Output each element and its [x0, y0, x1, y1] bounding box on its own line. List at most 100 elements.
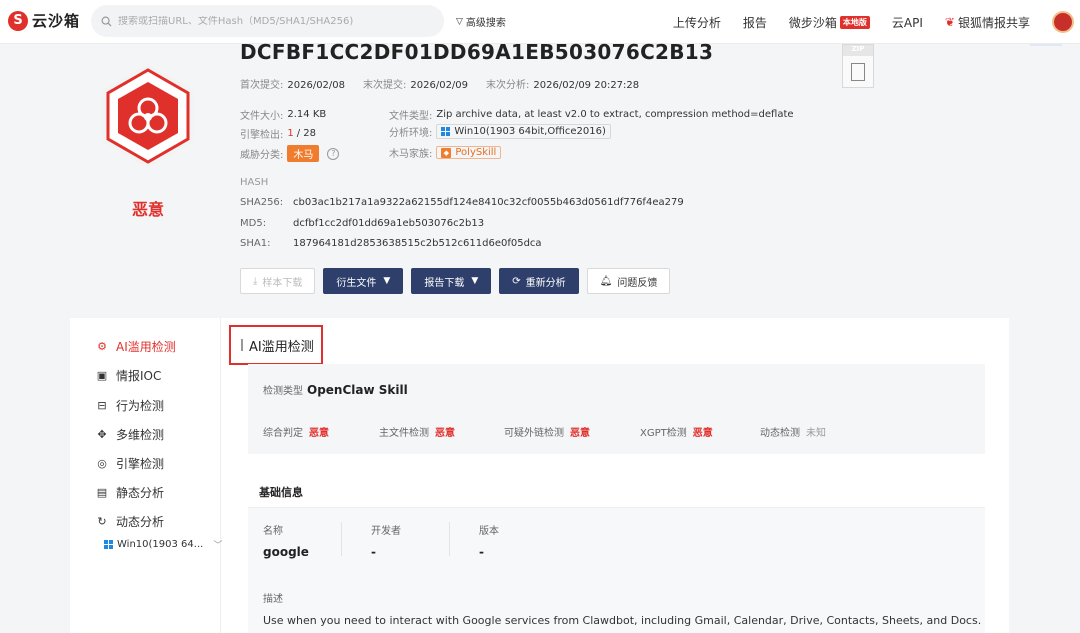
engine-hits: 1	[287, 128, 294, 139]
result-label: 动态检测	[760, 428, 800, 439]
threat-tag: 木马	[287, 145, 320, 162]
result-label: XGPT检测	[640, 428, 687, 439]
detection-type-label: 检测类型	[263, 386, 303, 397]
ai-icon: ⚙	[97, 340, 107, 353]
feedback-label: 问题反馈	[617, 277, 658, 289]
sha256-label: SHA256:	[240, 197, 284, 208]
result-value: 恶意	[692, 428, 713, 439]
multi-icon: ✥	[97, 428, 107, 441]
sidebar-item-label: 多维检测	[116, 428, 165, 442]
advanced-search-label: 高级搜索	[465, 18, 506, 29]
sha1-row: SHA1: 187964181d2853638515c2b512c611d6e0…	[240, 238, 542, 249]
section-title-text: AI滥用检测	[249, 339, 314, 355]
info-developer-label: 开发者	[371, 526, 401, 537]
info-name-label: 名称	[263, 526, 283, 537]
sidebar-item-static[interactable]: ▤ 静态分析	[95, 484, 164, 501]
malicious-hex-icon	[92, 60, 204, 172]
nav-upload[interactable]: 上传分析	[673, 14, 721, 31]
result-value: 未知	[806, 428, 826, 439]
nav-cloud-api[interactable]: 云API	[892, 14, 923, 31]
file-type-label: 文件类型:	[389, 111, 433, 122]
top-nav: S 云沙箱 ▽ 高级搜索 上传分析 报告 微步沙箱 本地版 云API ❦ 银狐情…	[0, 0, 1080, 44]
verdict-label: 恶意	[131, 200, 164, 219]
env-row: 分析环境: Win10(1903 64bit,Office2016)	[389, 124, 611, 139]
md5-row: MD5: dcfbf1cc2df01dd69a1eb503076c2b13	[240, 218, 484, 229]
info-desc-value: Use when you need to interact with Googl…	[263, 614, 982, 627]
user-avatar[interactable]	[1052, 11, 1074, 33]
sha256-value[interactable]: cb03ac1b217a1a9322a62155df124e8410c32cf0…	[293, 197, 684, 208]
nav-weibu-sandbox[interactable]: 微步沙箱 本地版	[789, 14, 870, 31]
sample-download-button[interactable]: ⤓ 样本下载	[240, 268, 316, 294]
first-submit-value: 2026/02/08	[287, 80, 346, 91]
logo[interactable]: S 云沙箱	[8, 10, 80, 31]
result-value: 恶意	[570, 428, 590, 439]
download-icon: ⤓	[253, 275, 258, 287]
fox-icon: ❦	[944, 15, 955, 29]
report-download-button[interactable]: 报告下载 ▼	[411, 268, 492, 294]
engine-total: / 28	[296, 128, 317, 139]
sidebar-item-multi[interactable]: ✥ 多维检测	[95, 426, 164, 443]
search-icon	[101, 16, 112, 27]
sha256-row: SHA256: cb03ac1b217a1a9322a62155df124e84…	[240, 197, 684, 208]
derived-files-button[interactable]: 衍生文件 ▼	[323, 268, 404, 294]
info-version-value: -	[479, 545, 484, 559]
result-label: 综合判定	[263, 428, 303, 439]
nav-report[interactable]: 报告	[743, 14, 767, 31]
search-box[interactable]	[91, 5, 444, 37]
reanalyze-button[interactable]: ⟳ 重新分析	[499, 268, 579, 294]
chevron-down-icon: ▼	[383, 276, 391, 286]
first-submit-label: 首次提交:	[240, 80, 284, 91]
sidebar-item-ioc[interactable]: ▣ 情报IOC	[95, 367, 162, 384]
result-label: 可疑外链检测	[504, 428, 564, 439]
env-select[interactable]: Win10(1903 64... ﹀	[104, 538, 222, 551]
nav-intel-share-label: 银狐情报共享	[957, 15, 1030, 30]
sha1-label: SHA1:	[240, 238, 271, 249]
file-type-value: Zip archive data, at least v2.0 to extra…	[436, 109, 794, 120]
detail-card: ⚙ AI滥用检测 ▣ 情报IOC ⊟ 行为检测 ✥ 多维检测 ◎ 引擎检测 ▤ …	[70, 318, 1009, 633]
zip-label: ZIP	[843, 45, 873, 56]
last-analysis-label: 末次分析:	[486, 80, 530, 91]
logo-text: 云沙箱	[32, 12, 81, 30]
sidebar-item-label: AI滥用检测	[116, 340, 176, 354]
result-label: 主文件检测	[379, 428, 429, 439]
sidebar-item-label: 情报IOC	[116, 369, 162, 383]
info-desc-label: 描述	[263, 594, 283, 605]
info-name-value: google	[263, 545, 309, 559]
sidebar-item-engine[interactable]: ◎ 引擎检测	[95, 455, 164, 472]
file-size-label: 文件大小:	[240, 111, 284, 122]
info-name: 名称 google	[263, 522, 309, 559]
help-icon[interactable]: ?	[327, 147, 340, 160]
submit-times: 首次提交: 2026/02/08 末次提交: 2026/02/09 末次分析: 202…	[240, 76, 657, 91]
dynamic-icon: ↻	[97, 515, 107, 528]
advanced-search-link[interactable]: ▽ 高级搜索	[456, 14, 506, 30]
file-hash-title: DCFBF1CC2DF01DD69A1EB503076C2B13	[240, 40, 714, 64]
sidebar-item-behavior[interactable]: ⊟ 行为检测	[95, 397, 164, 414]
derived-files-label: 衍生文件	[336, 277, 377, 289]
feedback-button[interactable]: 🔔︎ 问题反馈	[586, 268, 671, 294]
last-analysis-value: 2026/02/09 20:27:28	[533, 80, 640, 91]
behavior-icon: ⊟	[97, 399, 107, 412]
search-input[interactable]	[118, 15, 418, 27]
result-value: 恶意	[309, 428, 329, 439]
detection-type: 检测类型 OpenClaw Skill	[263, 382, 408, 398]
info-developer: 开发者 -	[371, 522, 401, 559]
action-bar: ⤓ 样本下载 衍生文件 ▼ 报告下载 ▼ ⟳ 重新分析 🔔︎ 问题反馈	[240, 268, 678, 294]
md5-value[interactable]: dcfbf1cc2df01dd69a1eb503076c2b13	[293, 218, 484, 229]
threat-label: 威胁分类:	[240, 150, 284, 161]
sidebar-item-dynamic[interactable]: ↻ 动态分析	[95, 513, 164, 530]
reanalyze-icon: ⟳	[512, 275, 521, 287]
trojan-family-icon: ◆	[441, 147, 452, 158]
local-badge: 本地版	[839, 15, 870, 29]
nav-intel-share[interactable]: ❦ 银狐情报共享	[945, 14, 1030, 31]
sidebar: ⚙ AI滥用检测 ▣ 情报IOC ⊟ 行为检测 ✥ 多维检测 ◎ 引擎检测 ▤ …	[70, 318, 222, 633]
reanalyze-label: 重新分析	[525, 277, 566, 289]
info-version: 版本 -	[479, 522, 499, 559]
family-badge[interactable]: ◆ PolySkill	[436, 146, 502, 159]
hash-heading: HASH	[240, 177, 269, 188]
info-version-label: 版本	[479, 526, 499, 537]
ai-detection-panel: 检测类型 OpenClaw Skill 综合判定 恶意 主文件检测 恶意 可疑外…	[248, 364, 985, 454]
engine-icon: ◎	[97, 457, 107, 470]
sha1-value[interactable]: 187964181d2853638515c2b512c611d6e0f05dca	[293, 238, 542, 249]
sidebar-item-ai[interactable]: ⚙ AI滥用检测	[95, 338, 176, 355]
sample-download-label: 样本下载	[262, 277, 303, 289]
